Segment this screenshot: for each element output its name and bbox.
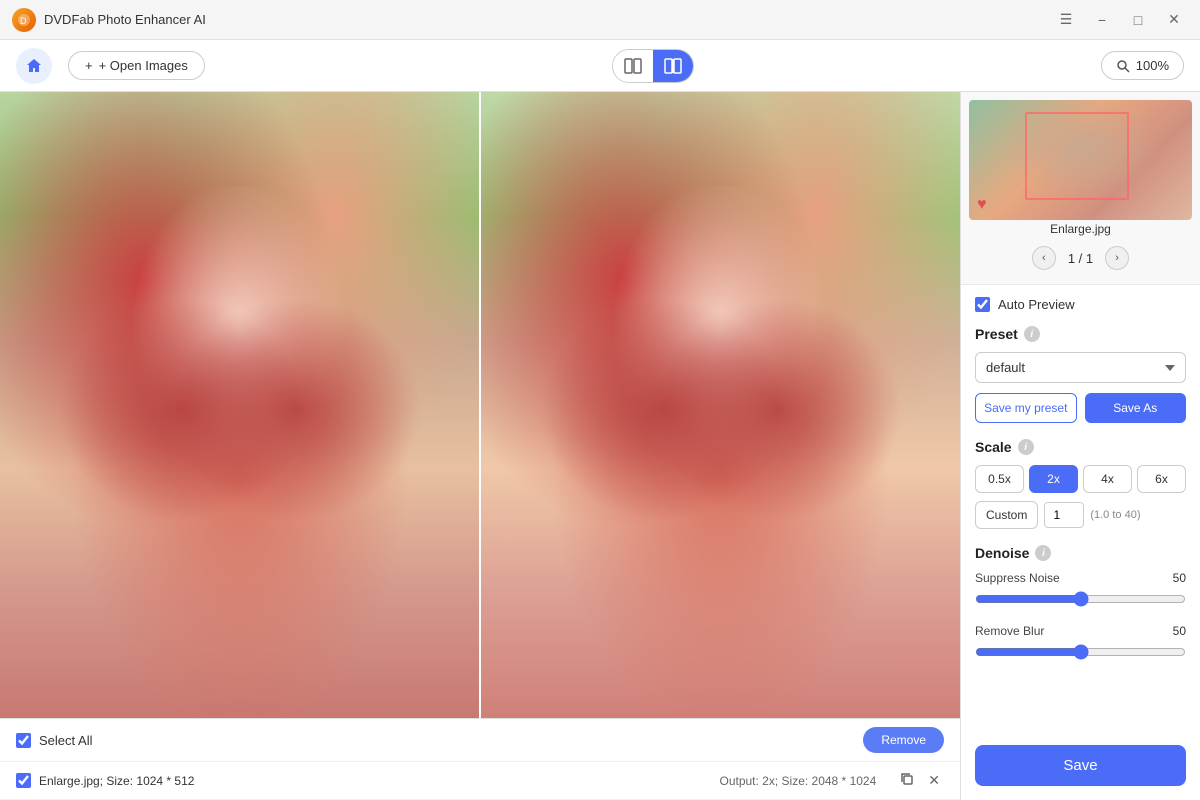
title-bar-controls: ☰ − □ ✕: [1052, 6, 1188, 34]
image-area: Select All Remove Enlarge.jpg; Size: 102…: [0, 92, 960, 800]
remove-blur-label-row: Remove Blur 50: [975, 624, 1186, 638]
plus-icon: +: [85, 58, 93, 73]
svg-text:D: D: [20, 16, 27, 26]
auto-preview-row: Auto Preview: [975, 297, 1186, 312]
custom-scale-input[interactable]: [1044, 502, 1084, 528]
remove-blur-slider[interactable]: [975, 644, 1186, 660]
image-divider: [479, 92, 481, 718]
title-bar: D DVDFab Photo Enhancer AI ☰ − □ ✕: [0, 0, 1200, 40]
scale-6x-button[interactable]: 6x: [1137, 465, 1186, 493]
denoise-label: Denoise: [975, 545, 1029, 561]
denoise-section: Denoise i Suppress Noise 50 Remove Blur …: [975, 545, 1186, 665]
heart-icon: ♥: [977, 196, 987, 214]
scale-4x-button[interactable]: 4x: [1083, 465, 1132, 493]
open-images-label: + Open Images: [99, 58, 188, 73]
custom-scale-range: (1.0 to 40): [1090, 509, 1140, 521]
home-button[interactable]: [16, 48, 52, 84]
view-toggle: [612, 49, 694, 83]
save-as-button[interactable]: Save As: [1085, 393, 1187, 423]
preset-label: Preset: [975, 326, 1018, 342]
preset-title: Preset i: [975, 326, 1186, 342]
image-container: [0, 92, 960, 718]
thumbnail-nav: ‹ 1 / 1 ›: [969, 240, 1192, 276]
preset-buttons: Save my preset Save As: [975, 393, 1186, 423]
suppress-noise-value: 50: [1173, 571, 1186, 585]
scale-label: Scale: [975, 439, 1012, 455]
file-output: Output: 2x; Size: 2048 * 1024: [719, 774, 876, 788]
enhanced-image-panel: [481, 92, 960, 718]
minimize-button[interactable]: −: [1088, 6, 1116, 34]
scale-2x-button[interactable]: 2x: [1029, 465, 1078, 493]
image-counter: 1 / 1: [1068, 251, 1093, 266]
preset-info-icon[interactable]: i: [1024, 326, 1040, 342]
remove-button[interactable]: Remove: [863, 727, 944, 753]
copy-button[interactable]: [896, 770, 918, 791]
original-image-panel: [0, 92, 479, 718]
app-title: DVDFab Photo Enhancer AI: [44, 12, 206, 27]
denoise-info-icon[interactable]: i: [1035, 545, 1051, 561]
file-list-area: Select All Remove Enlarge.jpg; Size: 102…: [0, 718, 960, 800]
close-button[interactable]: ✕: [1160, 6, 1188, 34]
open-images-button[interactable]: + + Open Images: [68, 51, 205, 80]
prev-image-button[interactable]: ‹: [1032, 246, 1056, 270]
preset-select[interactable]: default portrait landscape custom: [975, 352, 1186, 383]
thumbnail-area: ♥ Enlarge.jpg ‹ 1 / 1 ›: [961, 92, 1200, 285]
split-view-button[interactable]: [613, 50, 653, 82]
remove-blur-label: Remove Blur: [975, 624, 1044, 638]
settings-panel: Auto Preview Preset i default portrait l…: [961, 285, 1200, 745]
scale-title: Scale i: [975, 439, 1186, 455]
custom-scale-row: Custom (1.0 to 40): [975, 501, 1186, 529]
select-all-checkbox[interactable]: [16, 733, 31, 748]
zoom-level: 100%: [1136, 58, 1169, 73]
scale-buttons: 0.5x 2x 4x 6x: [975, 465, 1186, 493]
file-actions: ✕: [896, 770, 944, 791]
suppress-noise-slider[interactable]: [975, 591, 1186, 607]
file-checkbox[interactable]: [16, 773, 31, 788]
table-row: Enlarge.jpg; Size: 1024 * 512 Output: 2x…: [0, 762, 960, 800]
remove-blur-row: Remove Blur 50: [975, 624, 1186, 665]
thumbnail-image: ♥: [969, 100, 1192, 220]
delete-file-button[interactable]: ✕: [924, 770, 944, 791]
main-layout: Select All Remove Enlarge.jpg; Size: 102…: [0, 92, 1200, 800]
next-image-button[interactable]: ›: [1105, 246, 1129, 270]
zoom-button[interactable]: 100%: [1101, 51, 1184, 80]
thumb-photo: [969, 100, 1192, 220]
auto-preview-checkbox[interactable]: [975, 297, 990, 312]
title-bar-left: D DVDFab Photo Enhancer AI: [12, 8, 206, 32]
preset-section: Preset i default portrait landscape cust…: [975, 326, 1186, 423]
thumbnail-filename: Enlarge.jpg: [969, 220, 1192, 240]
denoise-title: Denoise i: [975, 545, 1186, 561]
scale-0-5x-button[interactable]: 0.5x: [975, 465, 1024, 493]
scale-section: Scale i 0.5x 2x 4x 6x Custom (1.0 to 40): [975, 439, 1186, 529]
save-my-preset-button[interactable]: Save my preset: [975, 393, 1077, 423]
file-name: Enlarge.jpg; Size: 1024 * 512: [39, 774, 194, 788]
scale-info-icon[interactable]: i: [1018, 439, 1034, 455]
suppress-noise-label: Suppress Noise: [975, 571, 1060, 585]
suppress-noise-row: Suppress Noise 50: [975, 571, 1186, 612]
suppress-noise-label-row: Suppress Noise 50: [975, 571, 1186, 585]
auto-preview-label: Auto Preview: [998, 297, 1075, 312]
toolbar: + + Open Images 100%: [0, 40, 1200, 92]
maximize-button[interactable]: □: [1124, 6, 1152, 34]
remove-blur-value: 50: [1173, 624, 1186, 638]
select-all-label: Select All: [39, 733, 855, 748]
select-all-row: Select All Remove: [0, 719, 960, 762]
menu-button[interactable]: ☰: [1052, 6, 1080, 34]
right-panel: ♥ Enlarge.jpg ‹ 1 / 1 › Auto Preview Pre…: [960, 92, 1200, 800]
save-button[interactable]: Save: [975, 745, 1186, 786]
grid-view-button[interactable]: [653, 50, 693, 82]
app-logo: D: [12, 8, 36, 32]
custom-scale-button[interactable]: Custom: [975, 501, 1038, 529]
